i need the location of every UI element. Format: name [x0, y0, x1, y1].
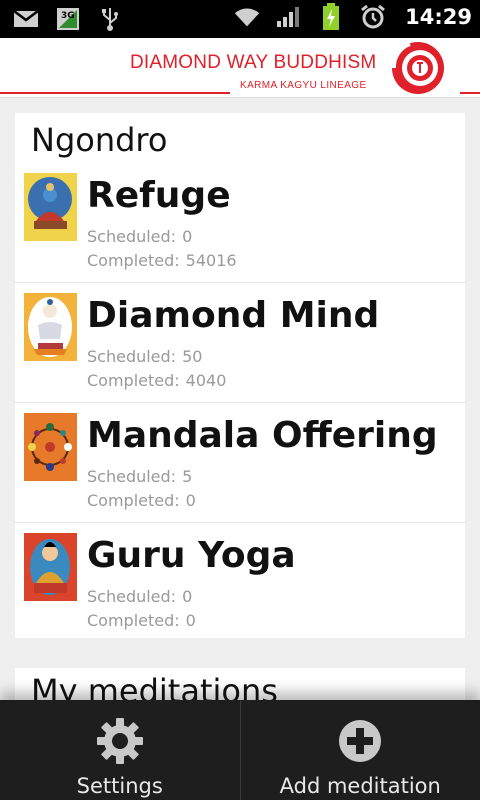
scheduled-value: 0: [182, 587, 193, 606]
completed-label: Completed:: [87, 371, 180, 390]
scheduled-label: Scheduled:: [87, 587, 177, 606]
scheduled-label: Scheduled:: [87, 227, 177, 246]
scheduled-label: Scheduled:: [87, 347, 177, 366]
completed-row: Completed: 54016: [87, 251, 237, 270]
diamond-way-logo-icon: [380, 38, 450, 98]
completed-row: Completed: 0: [87, 611, 196, 630]
add-meditation-label: Add meditation: [279, 774, 441, 798]
completed-value: 4040: [185, 371, 227, 390]
scheduled-label: Scheduled:: [87, 467, 177, 486]
svg-text:3G: 3G: [61, 11, 75, 21]
battery-charging-icon: [317, 3, 345, 30]
scheduled-row: Scheduled: 0: [87, 227, 192, 246]
wifi-icon: [233, 4, 261, 30]
brand-rule-left: [0, 92, 230, 94]
practice-item-mandala-offering[interactable]: Mandala Offering Scheduled: 5 Completed: 0: [15, 403, 465, 523]
settings-label: Settings: [76, 774, 163, 798]
scheduled-value: 50: [182, 347, 203, 366]
gmail-icon: [12, 6, 40, 32]
clock: 14:29: [405, 5, 472, 29]
scheduled-row: Scheduled: 5: [87, 467, 192, 486]
practice-item-guru-yoga[interactable]: Guru Yoga Scheduled: 0 Completed: 0: [15, 523, 465, 638]
completed-label: Completed:: [87, 251, 180, 270]
gear-icon: [95, 716, 145, 766]
signal-icon: [275, 4, 303, 30]
completed-label: Completed:: [87, 611, 180, 630]
mandala-offering-thangka-icon: [24, 413, 77, 481]
brand-rule-right: [460, 92, 480, 94]
add-meditation-button[interactable]: Add meditation: [239, 700, 480, 800]
completed-value: 54016: [185, 251, 237, 270]
ngondro-card: Ngondro Refuge Scheduled: 0 Completed: 540…: [15, 113, 465, 638]
brand-title: DIAMOND WAY BUDDHISM: [130, 52, 377, 73]
completed-row: Completed: 0: [87, 491, 196, 510]
completed-value: 0: [185, 491, 196, 510]
settings-button[interactable]: Settings: [0, 700, 240, 800]
section-title-ngondro: Ngondro: [31, 121, 168, 159]
status-bar: 3G 14:29: [0, 0, 480, 38]
alarm-icon: [359, 4, 387, 30]
3g-icon: 3G: [54, 6, 82, 32]
brand-header: DIAMOND WAY BUDDHISM KARMA KAGYU LINEAGE: [0, 38, 480, 98]
practice-name: Refuge: [87, 175, 231, 216]
completed-value: 0: [185, 611, 196, 630]
add-circle-icon: [335, 716, 385, 766]
scheduled-row: Scheduled: 0: [87, 587, 192, 606]
guru-yoga-thangka-icon: [24, 533, 77, 601]
practice-name: Diamond Mind: [87, 295, 380, 336]
completed-row: Completed: 4040: [87, 371, 226, 390]
practice-name: Mandala Offering: [87, 415, 438, 456]
bottom-action-bar: Settings Add meditation: [0, 700, 480, 800]
scheduled-value: 0: [182, 227, 193, 246]
practice-item-diamond-mind[interactable]: Diamond Mind Scheduled: 50 Completed: 4040: [15, 283, 465, 403]
practice-name: Guru Yoga: [87, 535, 296, 576]
diamond-mind-thangka-icon: [24, 293, 77, 361]
practice-item-refuge[interactable]: Refuge Scheduled: 0 Completed: 54016: [15, 163, 465, 283]
completed-label: Completed:: [87, 491, 180, 510]
scheduled-value: 5: [182, 467, 193, 486]
scheduled-row: Scheduled: 50: [87, 347, 202, 366]
usb-icon: [96, 6, 124, 32]
refuge-thangka-icon: [24, 173, 77, 241]
brand-subtitle: KARMA KAGYU LINEAGE: [240, 80, 367, 91]
